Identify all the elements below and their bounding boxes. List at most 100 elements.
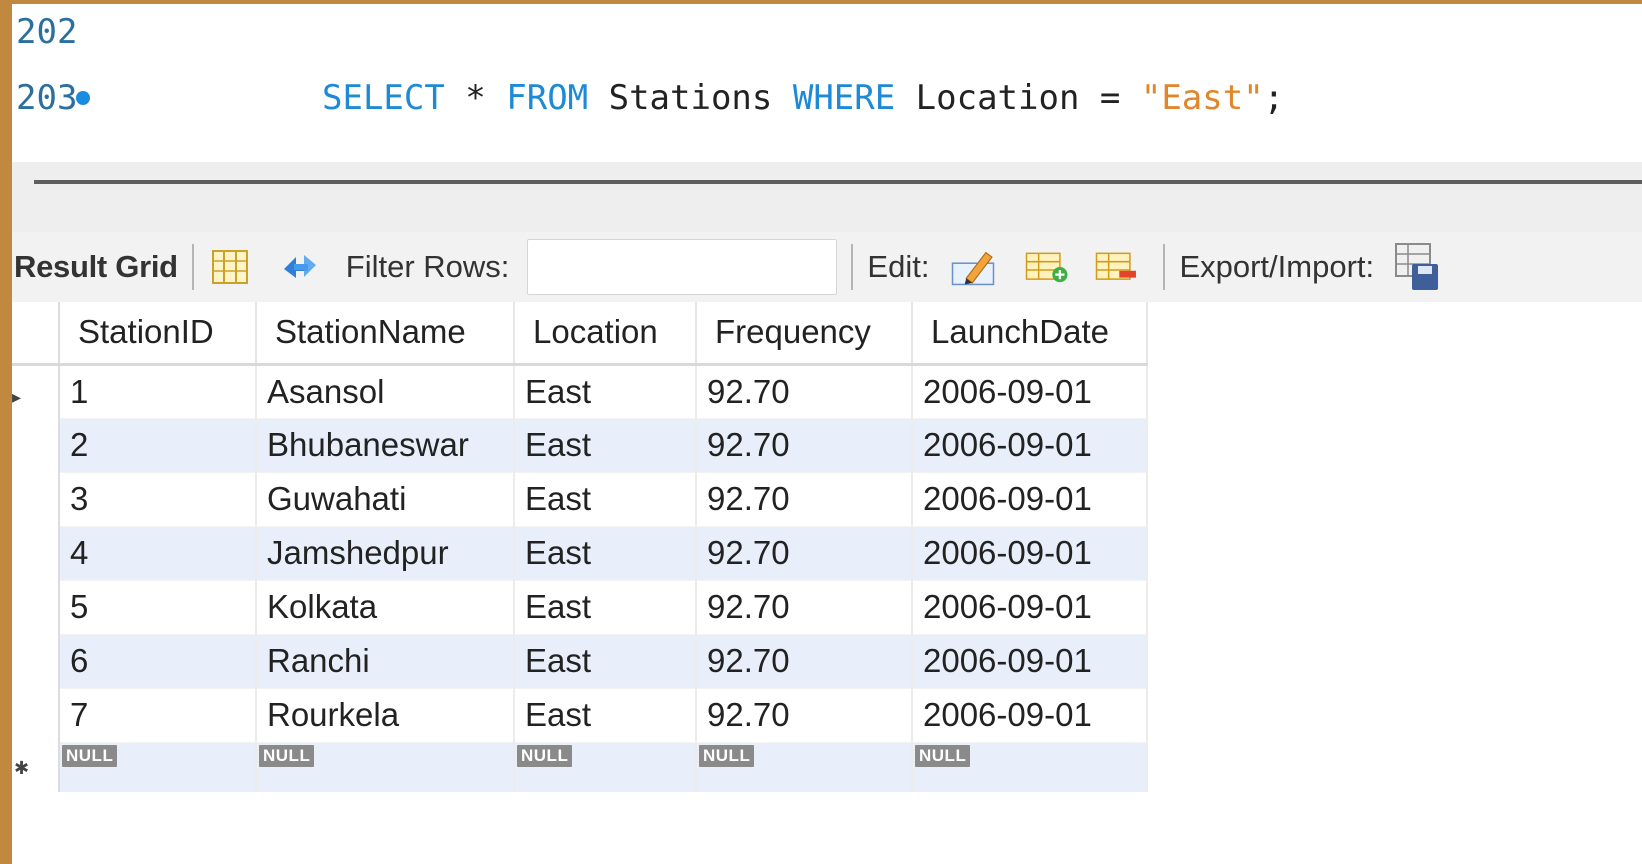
column-header-frequency[interactable]: Frequency: [696, 302, 913, 366]
cell-stationid[interactable]: 1: [59, 364, 257, 419]
sql-statement[interactable]: SELECT * FROM Stations WHERE Location = …: [322, 78, 1284, 118]
sql-condition: Location =: [895, 78, 1141, 118]
cell-launchdate[interactable]: NULL: [912, 742, 1148, 792]
sql-editor[interactable]: 202 203 SELECT * FROM Stations WHERE Loc…: [12, 4, 1642, 162]
row-selector[interactable]: ✱: [12, 742, 60, 792]
result-table: StationID StationName Location Frequency…: [12, 302, 1148, 792]
cell-launchdate[interactable]: 2006-09-01: [912, 526, 1148, 581]
null-badge: NULL: [259, 744, 315, 767]
splitter-handle[interactable]: [34, 180, 1642, 184]
cell-stationname[interactable]: Guwahati: [256, 472, 515, 527]
cell-location[interactable]: East: [514, 526, 697, 581]
cell-stationname[interactable]: Kolkata: [256, 580, 515, 635]
cell-stationname[interactable]: Bhubaneswar: [256, 418, 515, 473]
result-grid[interactable]: StationID StationName Location Frequency…: [12, 302, 1148, 792]
table-row[interactable]: 3 Guwahati East 92.70 2006-09-01: [12, 472, 1148, 527]
edit-pencil-icon[interactable]: [951, 245, 995, 289]
cell-stationid[interactable]: 5: [59, 580, 257, 635]
row-selector[interactable]: [12, 472, 60, 526]
cell-location[interactable]: East: [514, 472, 697, 527]
column-header-stationid[interactable]: StationID: [59, 302, 257, 366]
cell-launchdate[interactable]: 2006-09-01: [912, 688, 1148, 743]
grid-layout-icon[interactable]: [208, 245, 252, 289]
column-header-stationname[interactable]: StationName: [256, 302, 515, 366]
line-number: 203: [16, 78, 78, 118]
cell-stationname[interactable]: Asansol: [256, 364, 515, 419]
export-icon[interactable]: [1394, 243, 1439, 290]
new-row[interactable]: ✱ NULL NULL NULL NULL NULL: [12, 742, 1148, 792]
table-row[interactable]: 7 Rourkela East 92.70 2006-09-01: [12, 688, 1148, 743]
toolbar-separator: [191, 244, 194, 290]
edit-label: Edit:: [867, 249, 930, 284]
cell-stationid[interactable]: 7: [59, 688, 257, 743]
null-badge: NULL: [699, 744, 755, 767]
column-header-location[interactable]: Location: [514, 302, 697, 366]
cell-location[interactable]: East: [514, 580, 697, 635]
cell-launchdate[interactable]: 2006-09-01: [912, 364, 1148, 419]
toolbar-separator: [1163, 244, 1166, 290]
filter-rows-input[interactable]: [527, 239, 838, 295]
filter-rows-label: Filter Rows:: [345, 249, 510, 284]
row-header-corner: [12, 302, 60, 366]
cell-frequency[interactable]: 92.70: [696, 526, 913, 581]
line-number: 202: [16, 12, 78, 52]
table-row[interactable]: 6 Ranchi East 92.70 2006-09-01: [12, 634, 1148, 689]
cell-location[interactable]: East: [514, 688, 697, 743]
row-selector[interactable]: [12, 688, 60, 742]
row-selector[interactable]: [12, 634, 60, 688]
sql-string-literal: "East": [1140, 78, 1264, 118]
row-selector[interactable]: [12, 526, 60, 580]
cell-location[interactable]: East: [514, 364, 697, 419]
sql-semicolon: ;: [1263, 78, 1285, 118]
null-badge: NULL: [915, 744, 971, 767]
cell-frequency[interactable]: NULL: [696, 742, 913, 792]
cell-stationid[interactable]: 6: [59, 634, 257, 689]
result-grid-label[interactable]: Result Grid: [14, 249, 178, 285]
row-selector[interactable]: [12, 580, 60, 634]
cell-location[interactable]: NULL: [514, 742, 697, 792]
cell-frequency[interactable]: 92.70: [696, 418, 913, 473]
column-header-launchdate[interactable]: LaunchDate: [912, 302, 1148, 366]
cell-frequency[interactable]: 92.70: [696, 364, 913, 419]
export-import-label: Export/Import:: [1179, 249, 1375, 284]
null-badge: NULL: [517, 744, 573, 767]
cell-stationid[interactable]: 3: [59, 472, 257, 527]
cell-stationname[interactable]: Ranchi: [256, 634, 515, 689]
header-row: StationID StationName Location Frequency…: [12, 302, 1148, 366]
cell-launchdate[interactable]: 2006-09-01: [912, 580, 1148, 635]
cell-stationid[interactable]: 4: [59, 526, 257, 581]
add-row-icon[interactable]: [1025, 245, 1069, 289]
statement-marker-dot[interactable]: [76, 91, 90, 105]
row-selector[interactable]: [12, 418, 60, 472]
table-row[interactable]: 2 Bhubaneswar East 92.70 2006-09-01: [12, 418, 1148, 473]
code-line-202: 202: [12, 12, 80, 52]
table-row[interactable]: 5 Kolkata East 92.70 2006-09-01: [12, 580, 1148, 635]
delete-row-icon[interactable]: [1095, 245, 1139, 289]
null-badge: NULL: [62, 744, 118, 767]
cell-frequency[interactable]: 92.70: [696, 580, 913, 635]
cell-stationid[interactable]: 2: [59, 418, 257, 473]
cell-location[interactable]: East: [514, 418, 697, 473]
cell-stationname[interactable]: NULL: [256, 742, 515, 792]
cell-frequency[interactable]: 92.70: [696, 634, 913, 689]
result-window: 202 203 SELECT * FROM Stations WHERE Loc…: [12, 4, 1642, 864]
cell-stationid[interactable]: NULL: [59, 742, 257, 792]
table-row[interactable]: ▸ 1 Asansol East 92.70 2006-09-01: [12, 364, 1148, 419]
cell-launchdate[interactable]: 2006-09-01: [912, 472, 1148, 527]
refresh-icon[interactable]: [278, 245, 322, 289]
panel-splitter[interactable]: [12, 162, 1642, 232]
sql-star: *: [444, 78, 507, 118]
cell-launchdate[interactable]: 2006-09-01: [912, 634, 1148, 689]
row-selector[interactable]: ▸: [12, 364, 60, 418]
cell-location[interactable]: East: [514, 634, 697, 689]
cell-stationname[interactable]: Jamshedpur: [256, 526, 515, 581]
code-line-203[interactable]: 203 SELECT * FROM Stations WHERE Locatio…: [12, 78, 1284, 118]
new-row-marker: ✱: [14, 758, 30, 778]
cell-frequency[interactable]: 92.70: [696, 472, 913, 527]
table-row[interactable]: 4 Jamshedpur East 92.70 2006-09-01: [12, 526, 1148, 581]
cell-stationname[interactable]: Rourkela: [256, 688, 515, 743]
cell-launchdate[interactable]: 2006-09-01: [912, 418, 1148, 473]
sql-table-name: Stations: [588, 78, 793, 118]
cell-frequency[interactable]: 92.70: [696, 688, 913, 743]
result-toolbar: Result Grid Filter Rows: Edit: Export/Im…: [12, 232, 1642, 302]
